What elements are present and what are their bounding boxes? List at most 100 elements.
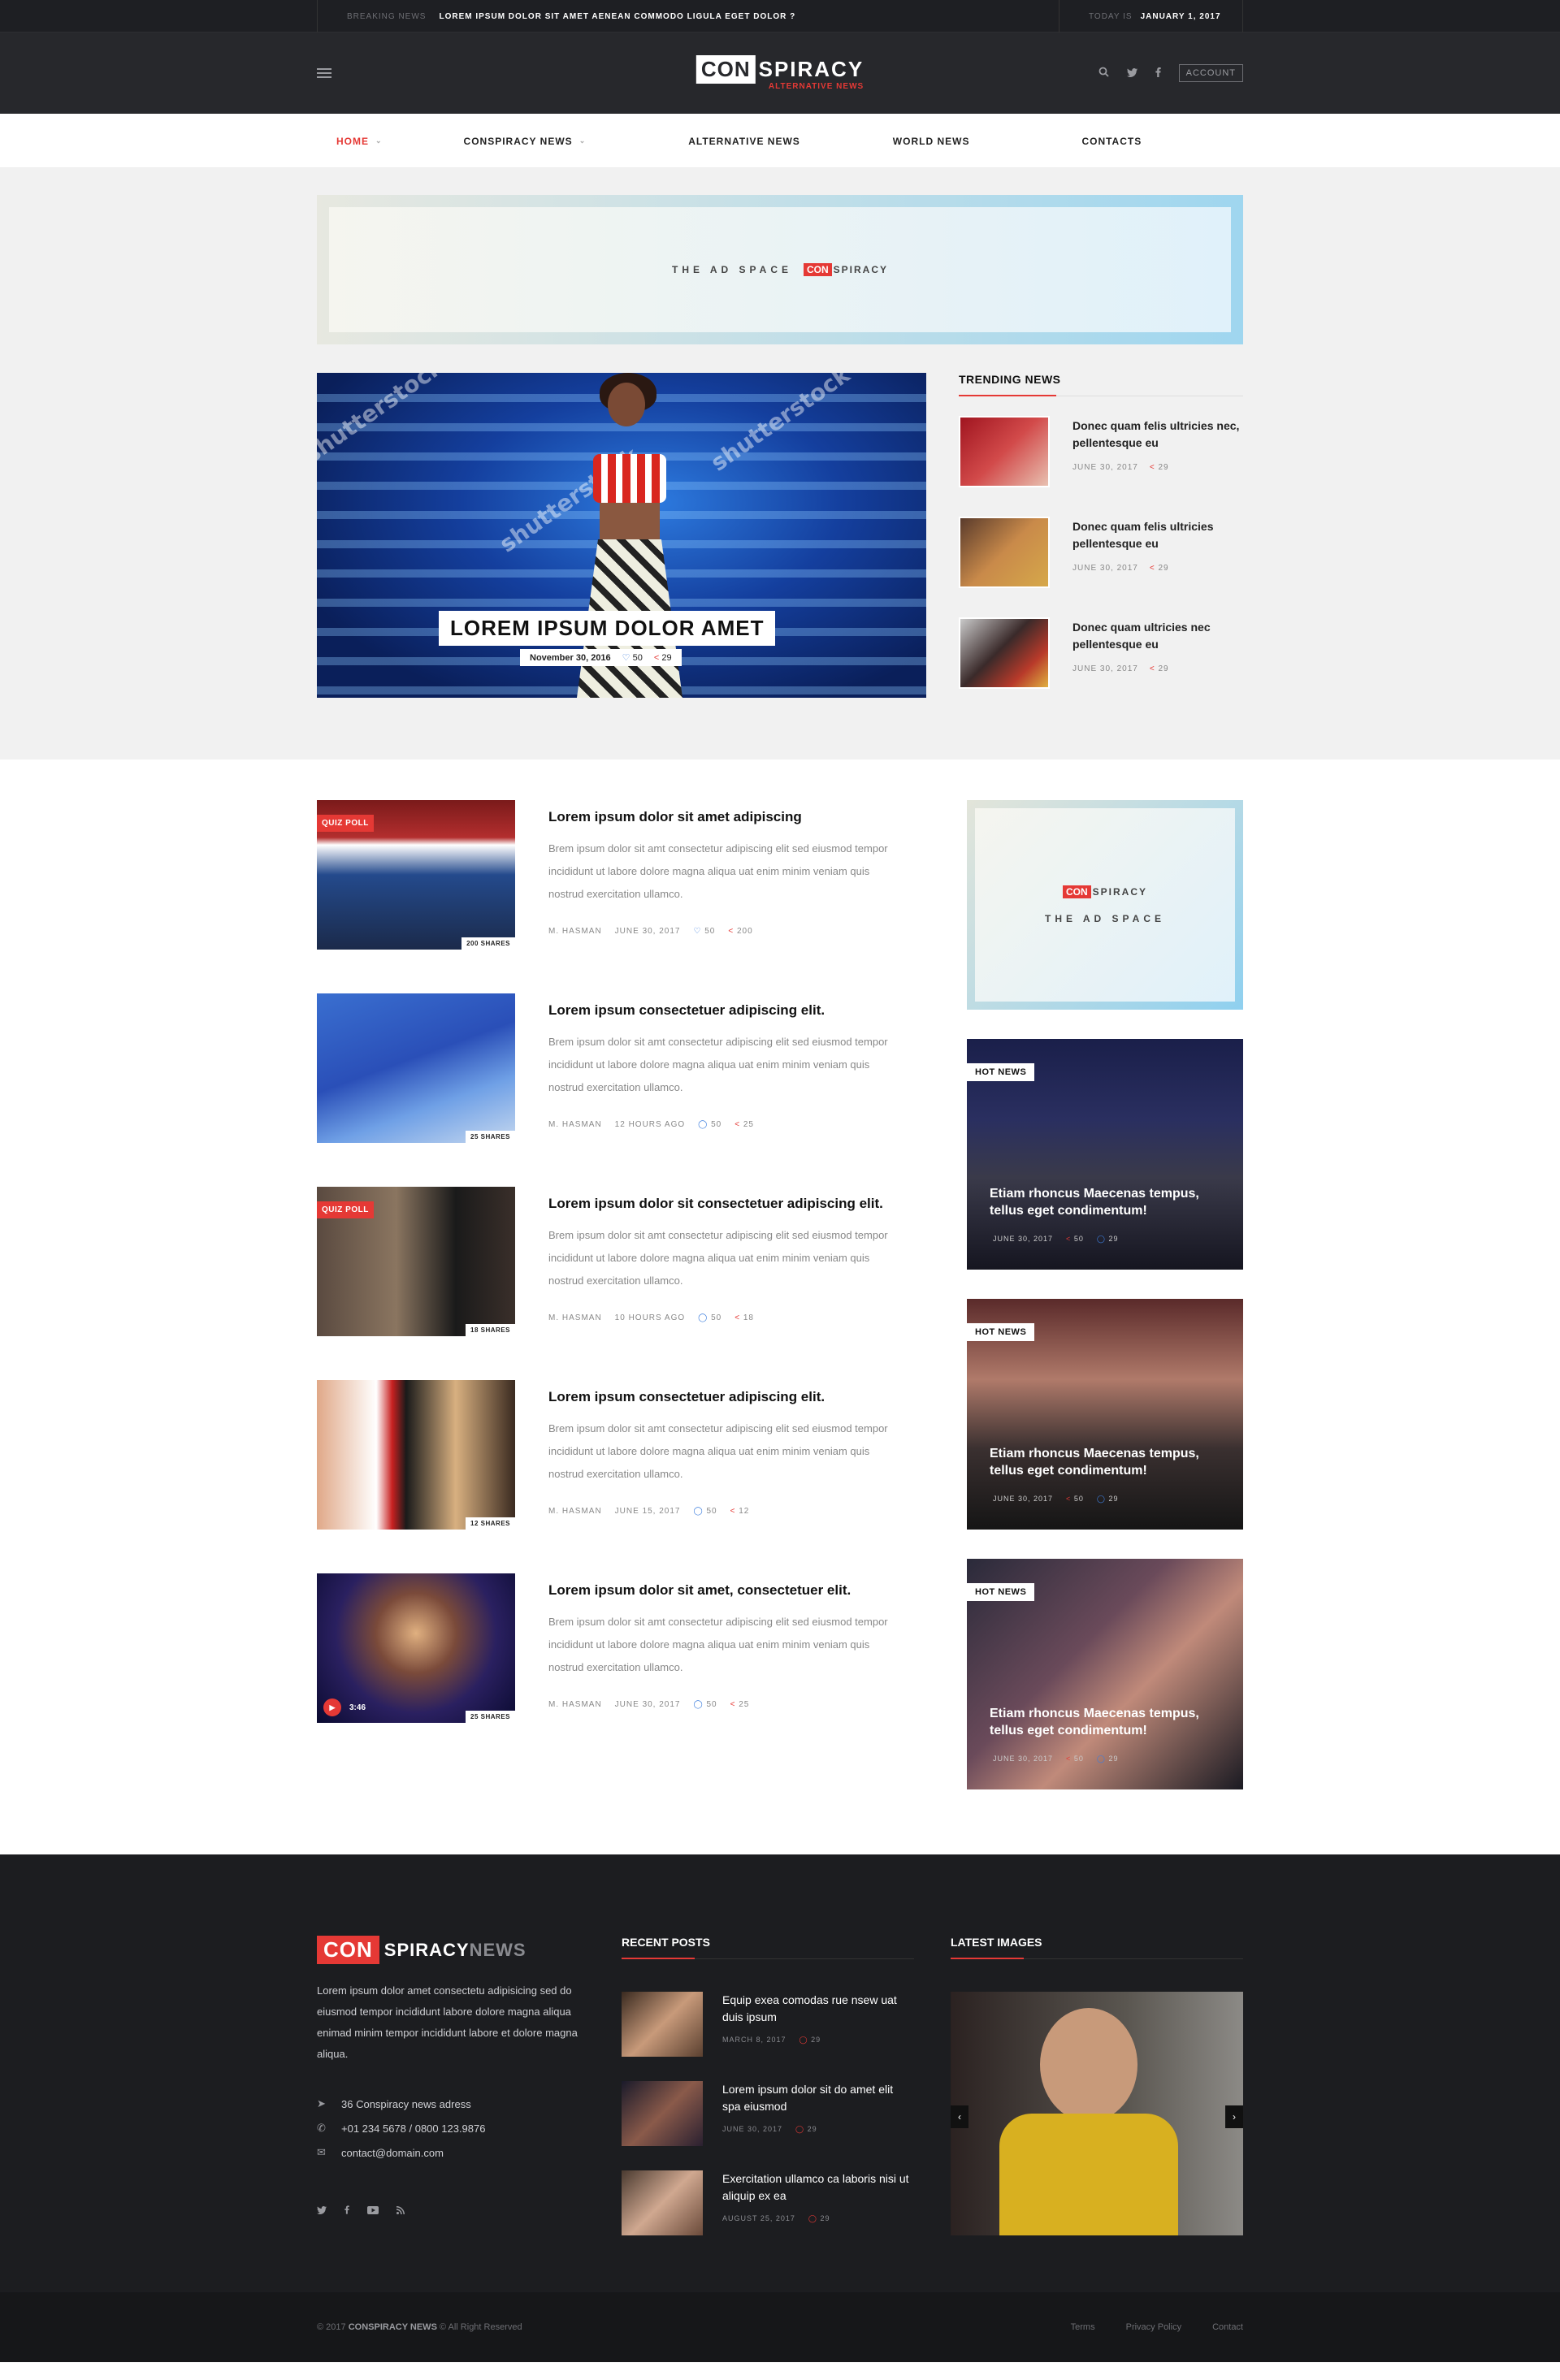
hot-news-title[interactable]: Etiam rhoncus Maecenas tempus, tellus eg…	[990, 1185, 1227, 1219]
trending-item-date: JUNE 30, 2017	[1072, 664, 1138, 673]
trending-item-title[interactable]: Donec quam felis ultricies pellentesque …	[1072, 518, 1243, 552]
post-author[interactable]: M. HASMAN	[548, 1120, 602, 1129]
featured-title[interactable]: LOREM IPSUM DOLOR AMET	[439, 611, 776, 646]
facebook-icon[interactable]	[344, 2205, 349, 2217]
post-shares: 25	[739, 1700, 750, 1709]
hot-news-title[interactable]: Etiam rhoncus Maecenas tempus, tellus eg…	[990, 1705, 1227, 1739]
footer-phone[interactable]: +01 234 5678 / 0800 123.9876	[341, 2123, 485, 2135]
latest-image-carousel[interactable]: ‹ ›	[951, 1992, 1243, 2235]
trending-item[interactable]: Donec quam ultricies nec pellentesque eu…	[959, 617, 1243, 689]
hot-news-title[interactable]: Etiam rhoncus Maecenas tempus, tellus eg…	[990, 1445, 1227, 1479]
nav-item-conspiracy-news[interactable]: CONSPIRACY NEWS ⌄	[464, 136, 587, 147]
trending-thumb[interactable]	[959, 617, 1050, 689]
post-list: QUIZ POLL 200 SHARES Lorem ipsum dolor s…	[317, 800, 906, 1789]
post-shares: 25	[743, 1120, 754, 1129]
trending-thumb[interactable]	[959, 517, 1050, 588]
post-author[interactable]: M. HASMAN	[548, 927, 602, 936]
trending-item[interactable]: Donec quam felis ultricies nec, pellente…	[959, 416, 1243, 487]
logo-con: CON	[696, 55, 756, 84]
terms-link[interactable]: Terms	[1071, 2322, 1095, 2332]
hot-news-card[interactable]: HOT NEWS Etiam rhoncus Maecenas tempus, …	[967, 1039, 1243, 1270]
trending-item-date: JUNE 30, 2017	[1072, 564, 1138, 573]
video-thumb[interactable]: ▶ 3:46 25 SHARES	[317, 1573, 515, 1723]
nav-item-world-news[interactable]: WORLD NEWS	[893, 136, 970, 147]
copyright-prefix: © 2017	[317, 2322, 346, 2332]
recent-post-item[interactable]: Equip exea comodas rue nsew uat duis ips…	[622, 1992, 914, 2057]
nav-item-home[interactable]: HOME ⌄	[336, 136, 383, 147]
footer-email[interactable]: contact@domain.com	[341, 2147, 444, 2159]
chevron-right-icon[interactable]: ›	[1225, 2105, 1243, 2128]
youtube-icon[interactable]	[367, 2205, 379, 2217]
recent-post-title[interactable]: Exercitation ullamco ca laboris nisi ut …	[722, 2170, 914, 2205]
list-item[interactable]: ▶ 3:46 25 SHARES Lorem ipsum dolor sit a…	[317, 1573, 906, 1723]
post-title[interactable]: Lorem ipsum consectetuer adipiscing elit…	[548, 1388, 906, 1406]
shares-count: 29	[661, 652, 672, 663]
twitter-icon[interactable]	[1126, 67, 1138, 80]
post-thumb[interactable]: 12 SHARES	[317, 1380, 515, 1530]
share-icon: <	[1066, 1235, 1072, 1243]
post-title[interactable]: Lorem ipsum dolor sit amet, consectetuer…	[548, 1582, 906, 1599]
list-item[interactable]: 12 SHARES Lorem ipsum consectetuer adipi…	[317, 1380, 906, 1530]
post-title[interactable]: Lorem ipsum dolor sit amet adipiscing	[548, 808, 906, 826]
post-thumb[interactable]: 25 SHARES	[317, 993, 515, 1143]
post-title[interactable]: Lorem ipsum consectetuer adipiscing elit…	[548, 1002, 906, 1019]
breaking-news[interactable]: BREAKING NEWS LOREM IPSUM DOLOR SIT AMET…	[318, 12, 1059, 21]
phone-icon: ✆	[317, 2122, 326, 2134]
post-date: 12 HOURS AGO	[614, 1120, 686, 1129]
hot-news-card[interactable]: HOT NEWS Etiam rhoncus Maecenas tempus, …	[967, 1299, 1243, 1530]
breaking-news-label: BREAKING NEWS	[347, 11, 427, 21]
hot-news-date: JUNE 30, 2017	[993, 1755, 1054, 1763]
contact-link[interactable]: Contact	[1212, 2322, 1243, 2332]
nav-item-contacts[interactable]: CONTACTS	[1081, 136, 1142, 147]
featured-article[interactable]: shutterstock shutterstock shutterstock L…	[317, 373, 926, 698]
hot-news-card[interactable]: HOT NEWS Etiam rhoncus Maecenas tempus, …	[967, 1559, 1243, 1789]
recent-post-date: JUNE 30, 2017	[722, 2125, 783, 2133]
trending-thumb[interactable]	[959, 416, 1050, 487]
recent-post-thumb[interactable]	[622, 1992, 703, 2057]
quiz-poll-badge: QUIZ POLL	[317, 815, 374, 832]
footer-logo[interactable]: CON SPIRACY NEWS	[317, 1936, 585, 1964]
nav-item-alternative-news[interactable]: ALTERNATIVE NEWS	[688, 136, 800, 147]
today-value: JANUARY 1, 2017	[1140, 11, 1221, 21]
list-item[interactable]: QUIZ POLL 200 SHARES Lorem ipsum dolor s…	[317, 800, 906, 950]
post-author[interactable]: M. HASMAN	[548, 1313, 602, 1322]
trending-item-title[interactable]: Donec quam felis ultricies nec, pellente…	[1072, 418, 1243, 452]
post-author[interactable]: M. HASMAN	[548, 1507, 602, 1516]
trending-item[interactable]: Donec quam felis ultricies pellentesque …	[959, 517, 1243, 588]
recent-post-item[interactable]: Lorem ipsum dolor sit do amet elit spa e…	[622, 2081, 914, 2146]
video-badge[interactable]: ▶ 3:46	[323, 1698, 366, 1716]
hot-news-badge: HOT NEWS	[967, 1323, 1035, 1341]
post-title[interactable]: Lorem ipsum dolor sit consectetuer adipi…	[548, 1195, 906, 1213]
recent-post-thumb[interactable]	[622, 2081, 703, 2146]
recent-post-title[interactable]: Lorem ipsum dolor sit do amet elit spa e…	[722, 2081, 914, 2115]
search-icon[interactable]	[1098, 67, 1109, 80]
privacy-link[interactable]: Privacy Policy	[1126, 2322, 1181, 2332]
nav-item-label: HOME	[336, 135, 369, 147]
twitter-icon[interactable]	[317, 2205, 327, 2217]
list-item[interactable]: 25 SHARES Lorem ipsum consectetuer adipi…	[317, 993, 906, 1143]
chevron-left-icon[interactable]: ‹	[951, 2105, 968, 2128]
breaking-news-text[interactable]: LOREM IPSUM DOLOR SIT AMET AENEAN COMMOD…	[439, 12, 795, 21]
comment-icon: ◯	[799, 2036, 808, 2044]
post-author[interactable]: M. HASMAN	[548, 1700, 602, 1709]
list-item[interactable]: QUIZ POLL 18 SHARES Lorem ipsum dolor si…	[317, 1187, 906, 1336]
ad-banner-side[interactable]: CON SPIRACY THE AD SPACE	[967, 800, 1243, 1010]
rss-icon[interactable]	[396, 2205, 405, 2217]
trending-item-title[interactable]: Donec quam ultricies nec pellentesque eu	[1072, 619, 1243, 653]
top-section: THE AD SPACE CON SPIRACY shutterstock sh…	[0, 168, 1560, 759]
recent-post-title[interactable]: Equip exea comodas rue nsew uat duis ips…	[722, 1992, 914, 2026]
menu-icon[interactable]	[317, 68, 332, 78]
site-logo[interactable]: CON SPIRACY ALTERNATIVE NEWS	[696, 55, 864, 91]
ad-banner-top[interactable]: THE AD SPACE CON SPIRACY	[317, 195, 1243, 344]
play-icon[interactable]: ▶	[323, 1698, 341, 1716]
recent-post-item[interactable]: Exercitation ullamco ca laboris nisi ut …	[622, 2170, 914, 2235]
ad-logo: CON SPIRACY	[804, 263, 888, 276]
account-button[interactable]: ACCOUNT	[1178, 64, 1243, 82]
facebook-icon[interactable]	[1155, 67, 1161, 80]
site-header: CON SPIRACY ALTERNATIVE NEWS ACCOUNT	[0, 32, 1560, 114]
share-icon: <	[1066, 1755, 1072, 1763]
post-thumb[interactable]: QUIZ POLL 200 SHARES	[317, 800, 515, 950]
recent-post-thumb[interactable]	[622, 2170, 703, 2235]
post-thumb[interactable]: QUIZ POLL 18 SHARES	[317, 1187, 515, 1336]
footer-logo-news: NEWS	[469, 1939, 526, 1960]
